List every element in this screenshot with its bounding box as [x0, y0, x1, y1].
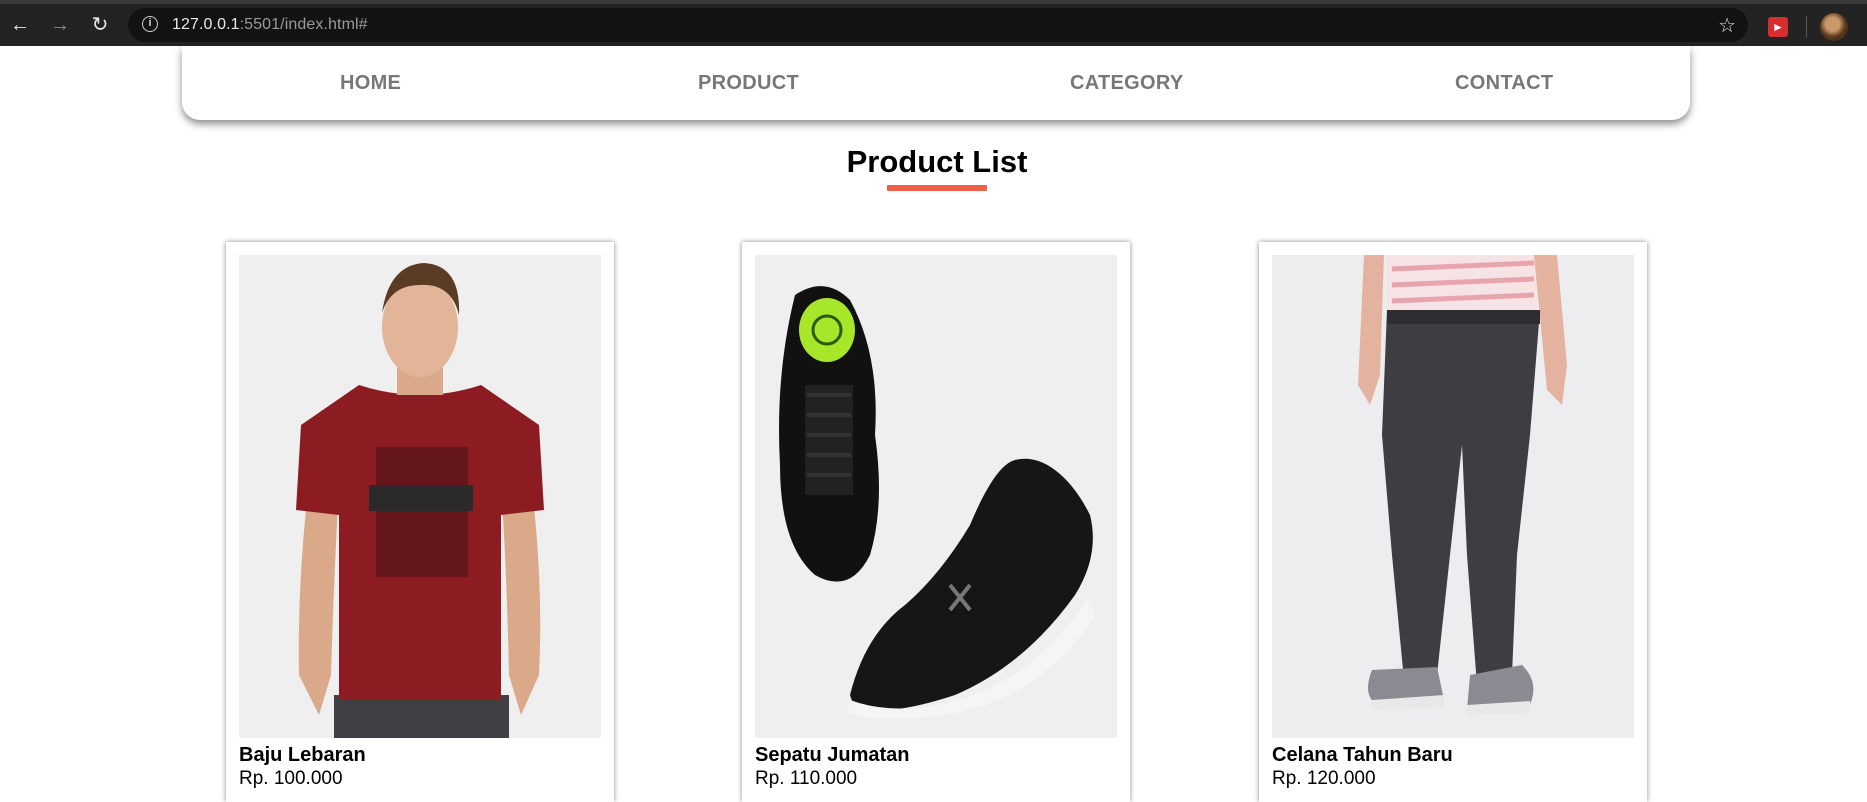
product-image-shoes[interactable]: [755, 255, 1117, 738]
url-text[interactable]: 127.0.0.1:5501/index.html#: [172, 16, 368, 34]
page-title: Product List: [846, 144, 1028, 179]
product-name[interactable]: Sepatu Jumatan: [755, 744, 909, 767]
product-image-tshirt[interactable]: [239, 255, 601, 738]
extension-icon[interactable]: ►: [1768, 17, 1788, 37]
title-underline: [887, 185, 987, 191]
main-navbar: HOME PRODUCT CATEGORY CONTACT: [182, 46, 1690, 120]
product-card-1[interactable]: Baju Lebaran Rp. 100.000: [226, 242, 614, 802]
reload-icon[interactable]: ↻: [88, 13, 112, 37]
nav-link-contact[interactable]: CONTACT: [1455, 72, 1553, 95]
forward-icon[interactable]: →: [48, 13, 72, 37]
product-price: Rp. 110.000: [755, 768, 858, 789]
back-icon[interactable]: ←: [8, 13, 32, 37]
product-image-pants[interactable]: [1272, 255, 1634, 738]
url-host: 127.0.0.1: [172, 16, 240, 33]
product-name[interactable]: Celana Tahun Baru: [1272, 744, 1453, 767]
browser-toolbar: ← → ↻ i 127.0.0.1:5501/index.html# ☆ ►: [0, 0, 1867, 46]
site-info-icon[interactable]: i: [142, 16, 158, 32]
product-card-2[interactable]: Sepatu Jumatan Rp. 110.000: [742, 242, 1130, 802]
address-bar[interactable]: i 127.0.0.1:5501/index.html# ☆: [128, 8, 1748, 42]
nav-link-product[interactable]: PRODUCT: [698, 72, 799, 95]
product-price: Rp. 120.000: [1272, 768, 1376, 789]
toolbar-divider: [1806, 16, 1807, 38]
url-path: :5501/index.html#: [239, 16, 368, 33]
bookmark-star-icon[interactable]: ☆: [1718, 13, 1736, 38]
nav-link-home[interactable]: HOME: [340, 72, 401, 95]
product-card-3[interactable]: Celana Tahun Baru Rp. 120.000: [1259, 242, 1647, 802]
product-name[interactable]: Baju Lebaran: [239, 744, 366, 767]
profile-avatar[interactable]: [1820, 13, 1848, 41]
product-price: Rp. 100.000: [239, 768, 343, 789]
nav-link-category[interactable]: CATEGORY: [1070, 72, 1184, 95]
